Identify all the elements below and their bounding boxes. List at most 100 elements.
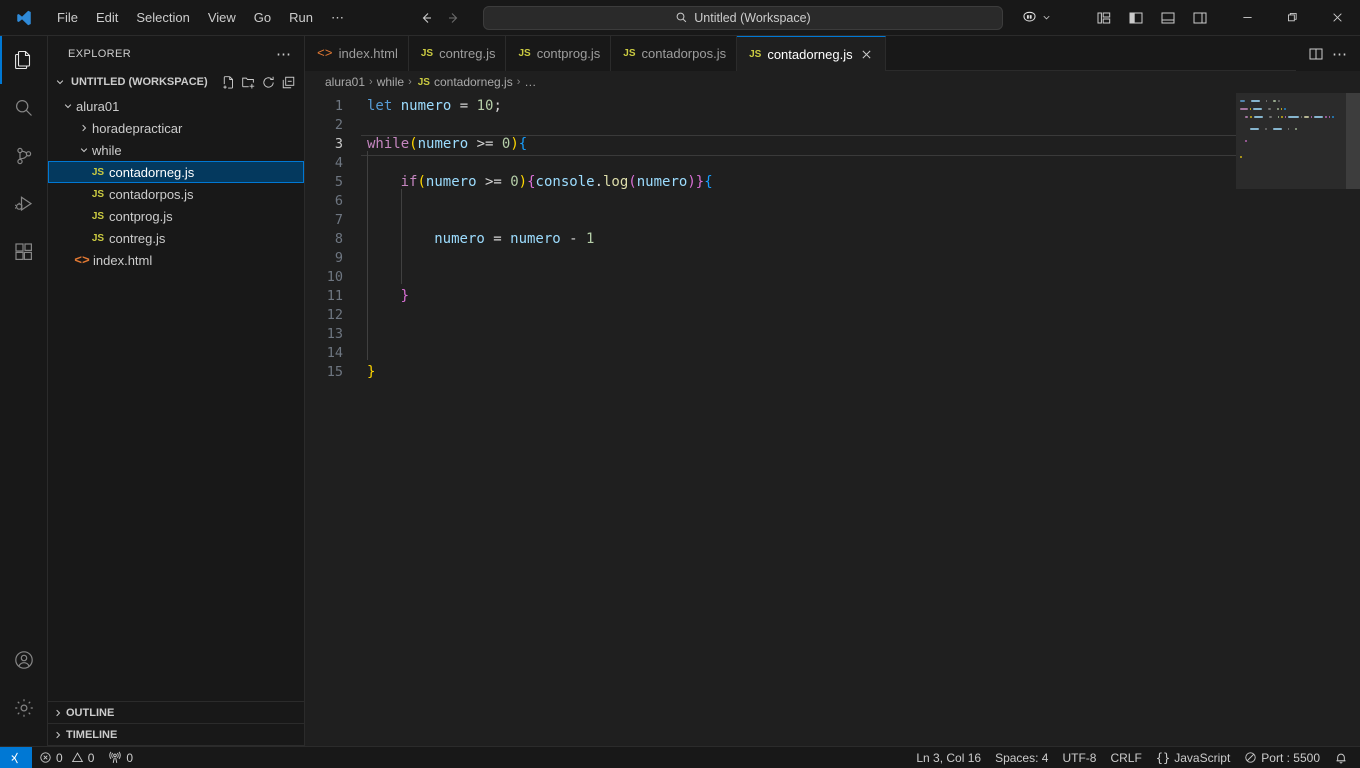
code-token: while — [367, 136, 410, 152]
code-line[interactable]: 1 let numero = 10; — [305, 97, 1360, 116]
code-line[interactable]: 12 — [305, 303, 1360, 325]
timeline-section-header[interactable]: TIMELINE — [48, 724, 304, 746]
js-file-icon: JS — [623, 48, 636, 59]
outline-section-header[interactable]: OUTLINE — [48, 702, 304, 724]
status-editor-position[interactable]: Ln 3, Col 16 — [909, 747, 988, 768]
new-file-icon[interactable] — [221, 75, 236, 90]
minimap[interactable] — [1236, 93, 1346, 746]
tree-item-label: index.html — [93, 252, 153, 268]
remote-indicator[interactable] — [0, 746, 32, 768]
menu-edit[interactable]: Edit — [87, 7, 127, 29]
activity-accounts[interactable] — [0, 636, 48, 684]
activity-search[interactable] — [0, 84, 48, 132]
menu-run[interactable]: Run — [280, 7, 322, 29]
tree-item-file-index-html[interactable]: <> index.html — [48, 249, 304, 271]
chevron-right-icon: › — [408, 76, 412, 88]
tree-item-folder[interactable]: alura01 — [48, 95, 304, 117]
tab-contreg-js[interactable]: JS contreg.js — [408, 36, 507, 71]
minimap-slider[interactable] — [1236, 93, 1346, 189]
code-editor[interactable]: 1 let numero = 10; 2 3 while(numero >= 0){4 … — [305, 93, 1360, 746]
tab-label: contadorneg.js — [767, 46, 853, 62]
maximize-button[interactable] — [1270, 0, 1315, 36]
code-line[interactable]: 9 — [305, 246, 1360, 268]
status-notifications[interactable] — [1327, 747, 1360, 768]
split-editor-right-icon[interactable] — [1308, 46, 1324, 62]
activity-source-control[interactable] — [0, 132, 48, 180]
tree-item-label: contadorneg.js — [109, 164, 195, 180]
arrow-right-icon[interactable] — [441, 5, 467, 31]
code-token: ( — [409, 136, 418, 152]
status-ports[interactable]: 0 — [101, 747, 140, 768]
tree-item-file-contadorpos[interactable]: JS contadorpos.js — [48, 183, 304, 205]
indent-guide — [400, 246, 409, 268]
status-encoding[interactable]: UTF-8 — [1055, 747, 1103, 768]
code-line[interactable]: 2 — [305, 116, 1360, 135]
line-number: 6 — [334, 193, 343, 209]
line-number: 4 — [334, 155, 343, 171]
breadcrumb-item-symbol[interactable]: … — [524, 75, 536, 89]
code-line[interactable]: 13 — [305, 322, 1360, 344]
status-language[interactable]: {} JavaScript — [1149, 747, 1237, 768]
tree-item-file-contreg[interactable]: JS contreg.js — [48, 227, 304, 249]
workspace-section-header[interactable]: UNTITLED (WORKSPACE) — [48, 71, 304, 93]
indent-guide — [392, 154, 400, 173]
refresh-icon[interactable] — [261, 75, 276, 90]
toggle-primary-sidebar-icon[interactable] — [1121, 5, 1151, 31]
activity-extensions[interactable] — [0, 228, 48, 276]
code-line[interactable]: 11 } — [305, 284, 1360, 306]
menu-selection[interactable]: Selection — [127, 7, 198, 29]
code-line[interactable]: 15} — [305, 363, 1360, 382]
tab-index-html[interactable]: <> index.html — [305, 36, 409, 71]
activity-run-debug[interactable] — [0, 180, 48, 228]
code-line[interactable]: 4 — [305, 151, 1360, 173]
code-line[interactable]: 14 — [305, 341, 1360, 363]
menu-more[interactable]: ⋯ — [322, 7, 353, 29]
toggle-panel-icon[interactable] — [1153, 5, 1183, 31]
tree-item-folder[interactable]: while — [48, 139, 304, 161]
activity-explorer[interactable] — [0, 36, 48, 84]
code-line[interactable]: 7 — [305, 208, 1360, 230]
status-live-server-port[interactable]: Port : 5500 — [1237, 747, 1327, 768]
code-line[interactable]: 5 if(numero >= 0){console.log(numero)}{ — [305, 170, 1360, 192]
toggle-secondary-sidebar-icon[interactable] — [1185, 5, 1215, 31]
live-share-button[interactable] — [1021, 9, 1052, 26]
status-indentation[interactable]: Spaces: 4 — [988, 747, 1055, 768]
status-problems[interactable]: 0 0 — [32, 747, 101, 768]
activity-manage-gear-icon[interactable] — [0, 684, 48, 732]
customize-layout-icon[interactable] — [1089, 5, 1119, 31]
editor-vertical-scrollbar[interactable] — [1346, 93, 1360, 746]
code-line[interactable]: 3 while(numero >= 0){ — [305, 135, 1360, 156]
scrollbar-thumb[interactable] — [1346, 93, 1360, 189]
breadcrumb-item-file[interactable]: contadorneg.js — [434, 75, 513, 89]
close-icon[interactable] — [859, 46, 875, 62]
js-file-icon: JS — [91, 166, 105, 178]
tab-contprog-js[interactable]: JS contprog.js — [506, 36, 612, 71]
more-actions-icon[interactable]: ⋯ — [1332, 45, 1348, 63]
sidebar-more-actions-icon[interactable]: ⋯ — [276, 45, 296, 63]
arrow-left-icon[interactable] — [413, 5, 439, 31]
minimize-button[interactable] — [1225, 0, 1270, 36]
code-line[interactable]: 6 — [305, 189, 1360, 211]
collapse-all-icon[interactable] — [281, 75, 296, 90]
menu-file[interactable]: File — [48, 7, 87, 29]
editor-actions: ⋯ — [1296, 36, 1360, 71]
code-line[interactable]: 10 — [305, 265, 1360, 287]
tab-contadorpos-js[interactable]: JS contadorpos.js — [611, 36, 738, 71]
close-button[interactable] — [1315, 0, 1360, 36]
tab-contadorneg-js[interactable]: JS contadorneg.js — [737, 36, 886, 71]
code-token: numero — [400, 98, 452, 114]
indent-guide — [367, 322, 375, 344]
tree-item-folder[interactable]: horadepracticar — [48, 117, 304, 139]
tree-item-file-contadorneg[interactable]: JS contadorneg.js — [48, 161, 304, 183]
new-folder-icon[interactable] — [241, 75, 256, 90]
command-center[interactable]: Untitled (Workspace) — [483, 5, 1003, 30]
tree-item-file-contprog[interactable]: JS contprog.js — [48, 205, 304, 227]
code-line[interactable]: 8 numero = numero - 1 — [305, 227, 1360, 249]
line-number: 13 — [326, 326, 343, 342]
menu-go[interactable]: Go — [245, 7, 280, 29]
breadcrumb-item-alura01[interactable]: alura01 — [325, 75, 365, 89]
breadcrumb-item-while[interactable]: while — [377, 75, 404, 89]
menu-view[interactable]: View — [199, 7, 245, 29]
chevron-right-icon: › — [369, 76, 373, 88]
status-eol[interactable]: CRLF — [1103, 747, 1148, 768]
